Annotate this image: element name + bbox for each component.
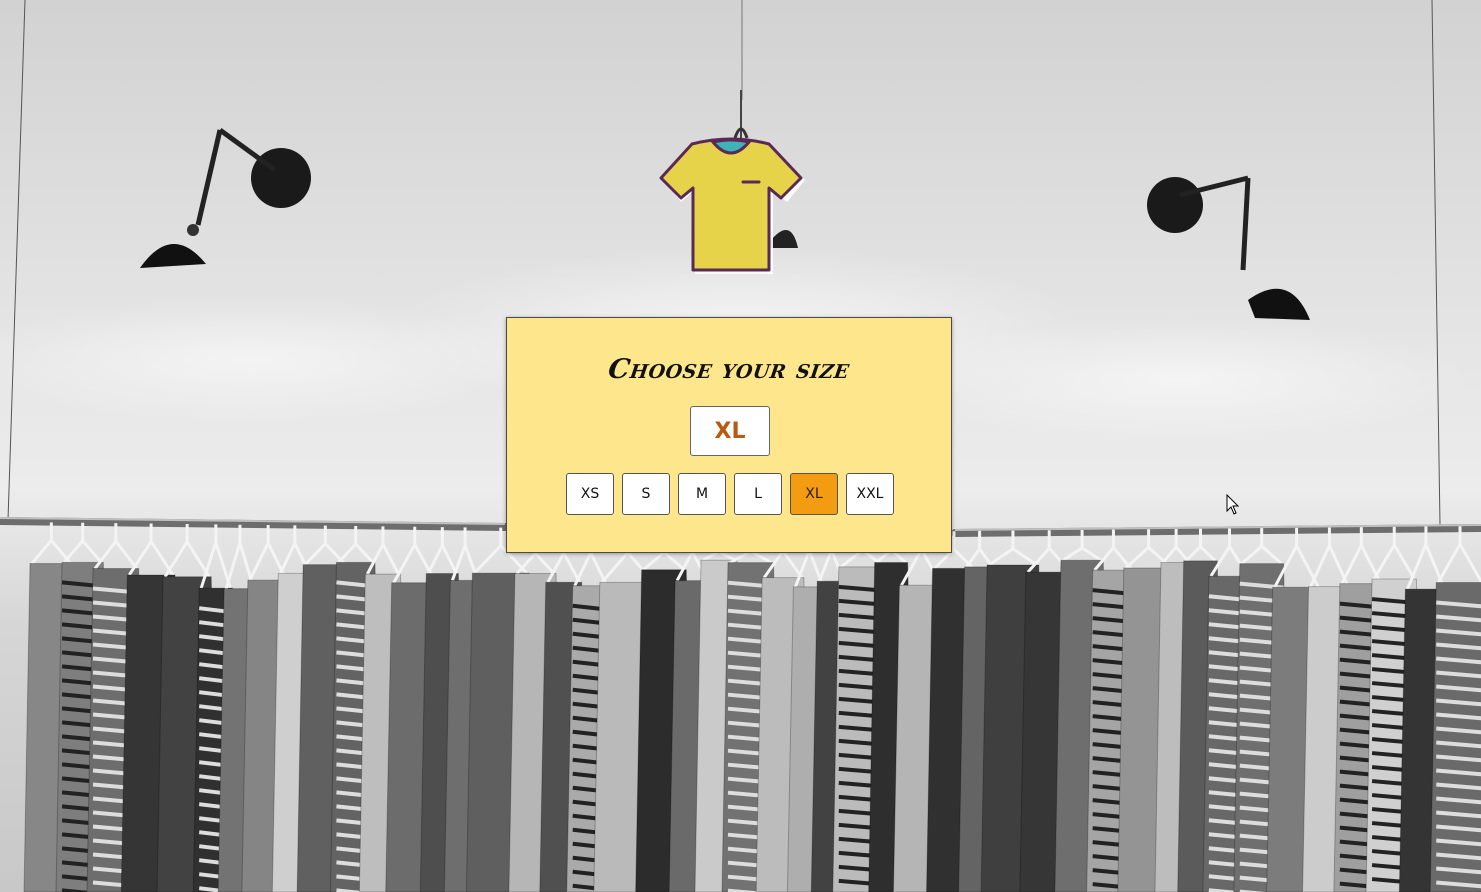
hanger — [426, 527, 458, 575]
mouse-pointer-icon — [1226, 494, 1240, 515]
size-chooser-card: Choose your size XL XS S M L XL XXL — [506, 317, 952, 553]
size-button-xxl[interactable]: XXL — [846, 473, 894, 515]
hanger — [30, 522, 72, 565]
hanging-clothes — [23, 522, 1481, 892]
hanger — [199, 524, 232, 589]
size-button-s[interactable]: S — [622, 473, 670, 515]
tshirt-icon — [659, 90, 805, 274]
card-title: Choose your size — [606, 354, 852, 385]
hanger — [1436, 526, 1481, 584]
hanger — [128, 523, 175, 576]
hanger — [366, 526, 400, 575]
selected-size-display: XL — [690, 406, 770, 456]
hanger — [304, 525, 347, 566]
right-wall-lamp — [1147, 175, 1310, 320]
size-button-xl[interactable]: XL — [790, 473, 838, 515]
hanger — [163, 523, 211, 578]
hanger — [337, 526, 375, 564]
left-wall-lamp — [140, 127, 311, 268]
hanger — [1309, 527, 1350, 588]
size-button-l[interactable]: L — [734, 473, 782, 515]
hanger — [62, 522, 103, 564]
hanger — [1372, 526, 1416, 580]
hanger — [93, 523, 138, 570]
size-options: XS S M L XL XXL — [566, 473, 894, 515]
size-button-m[interactable]: M — [678, 473, 726, 515]
hanger — [1093, 529, 1134, 572]
size-button-xs[interactable]: XS — [566, 473, 614, 515]
